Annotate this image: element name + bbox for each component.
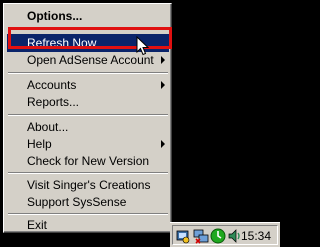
submenu-arrow-icon	[161, 140, 165, 148]
system-tray: 15:34	[172, 225, 278, 245]
menu-item-label: Reports...	[27, 95, 80, 109]
menu-item-label: About...	[27, 120, 69, 134]
taskbar: 15:34	[170, 222, 280, 247]
menu-item-label: Check for New Version	[27, 154, 150, 168]
menu-item-accounts[interactable]: Accounts	[7, 76, 169, 94]
menu-separator	[8, 172, 168, 174]
mouse-cursor-icon	[136, 36, 149, 56]
menu-item-about[interactable]: About...	[7, 118, 169, 136]
menu-separator	[8, 72, 168, 74]
menu-item-reports[interactable]: Reports...	[7, 93, 169, 111]
menu-item-exit[interactable]: Exit	[7, 216, 169, 234]
menu-item-check-for-new-version[interactable]: Check for New Version	[7, 152, 169, 170]
menu-item-label: Support SysSense	[27, 195, 127, 209]
submenu-arrow-icon	[161, 81, 165, 89]
menu-item-label: Accounts	[27, 78, 77, 92]
submenu-arrow-icon	[161, 56, 165, 64]
menu-item-options[interactable]: Options...	[7, 7, 169, 25]
network-icon[interactable]	[193, 228, 209, 244]
green-status-icon[interactable]	[210, 228, 226, 244]
menu-separator	[8, 114, 168, 116]
adsense-tray-icon[interactable]	[175, 228, 191, 244]
menu-item-label: Options...	[27, 9, 83, 23]
menu-item-label: Help	[27, 137, 52, 151]
tray-clock[interactable]: 15:34	[241, 228, 271, 244]
menu-item-help[interactable]: Help	[7, 135, 169, 153]
menu-item-visit-singers-creations[interactable]: Visit Singer's Creations	[7, 176, 169, 194]
menu-item-label: Exit	[27, 218, 48, 232]
menu-item-label: Visit Singer's Creations	[27, 178, 151, 192]
menu-separator	[8, 27, 168, 29]
menu-item-support-syssense[interactable]: Support SysSense	[7, 193, 169, 211]
menu-separator	[8, 213, 168, 215]
